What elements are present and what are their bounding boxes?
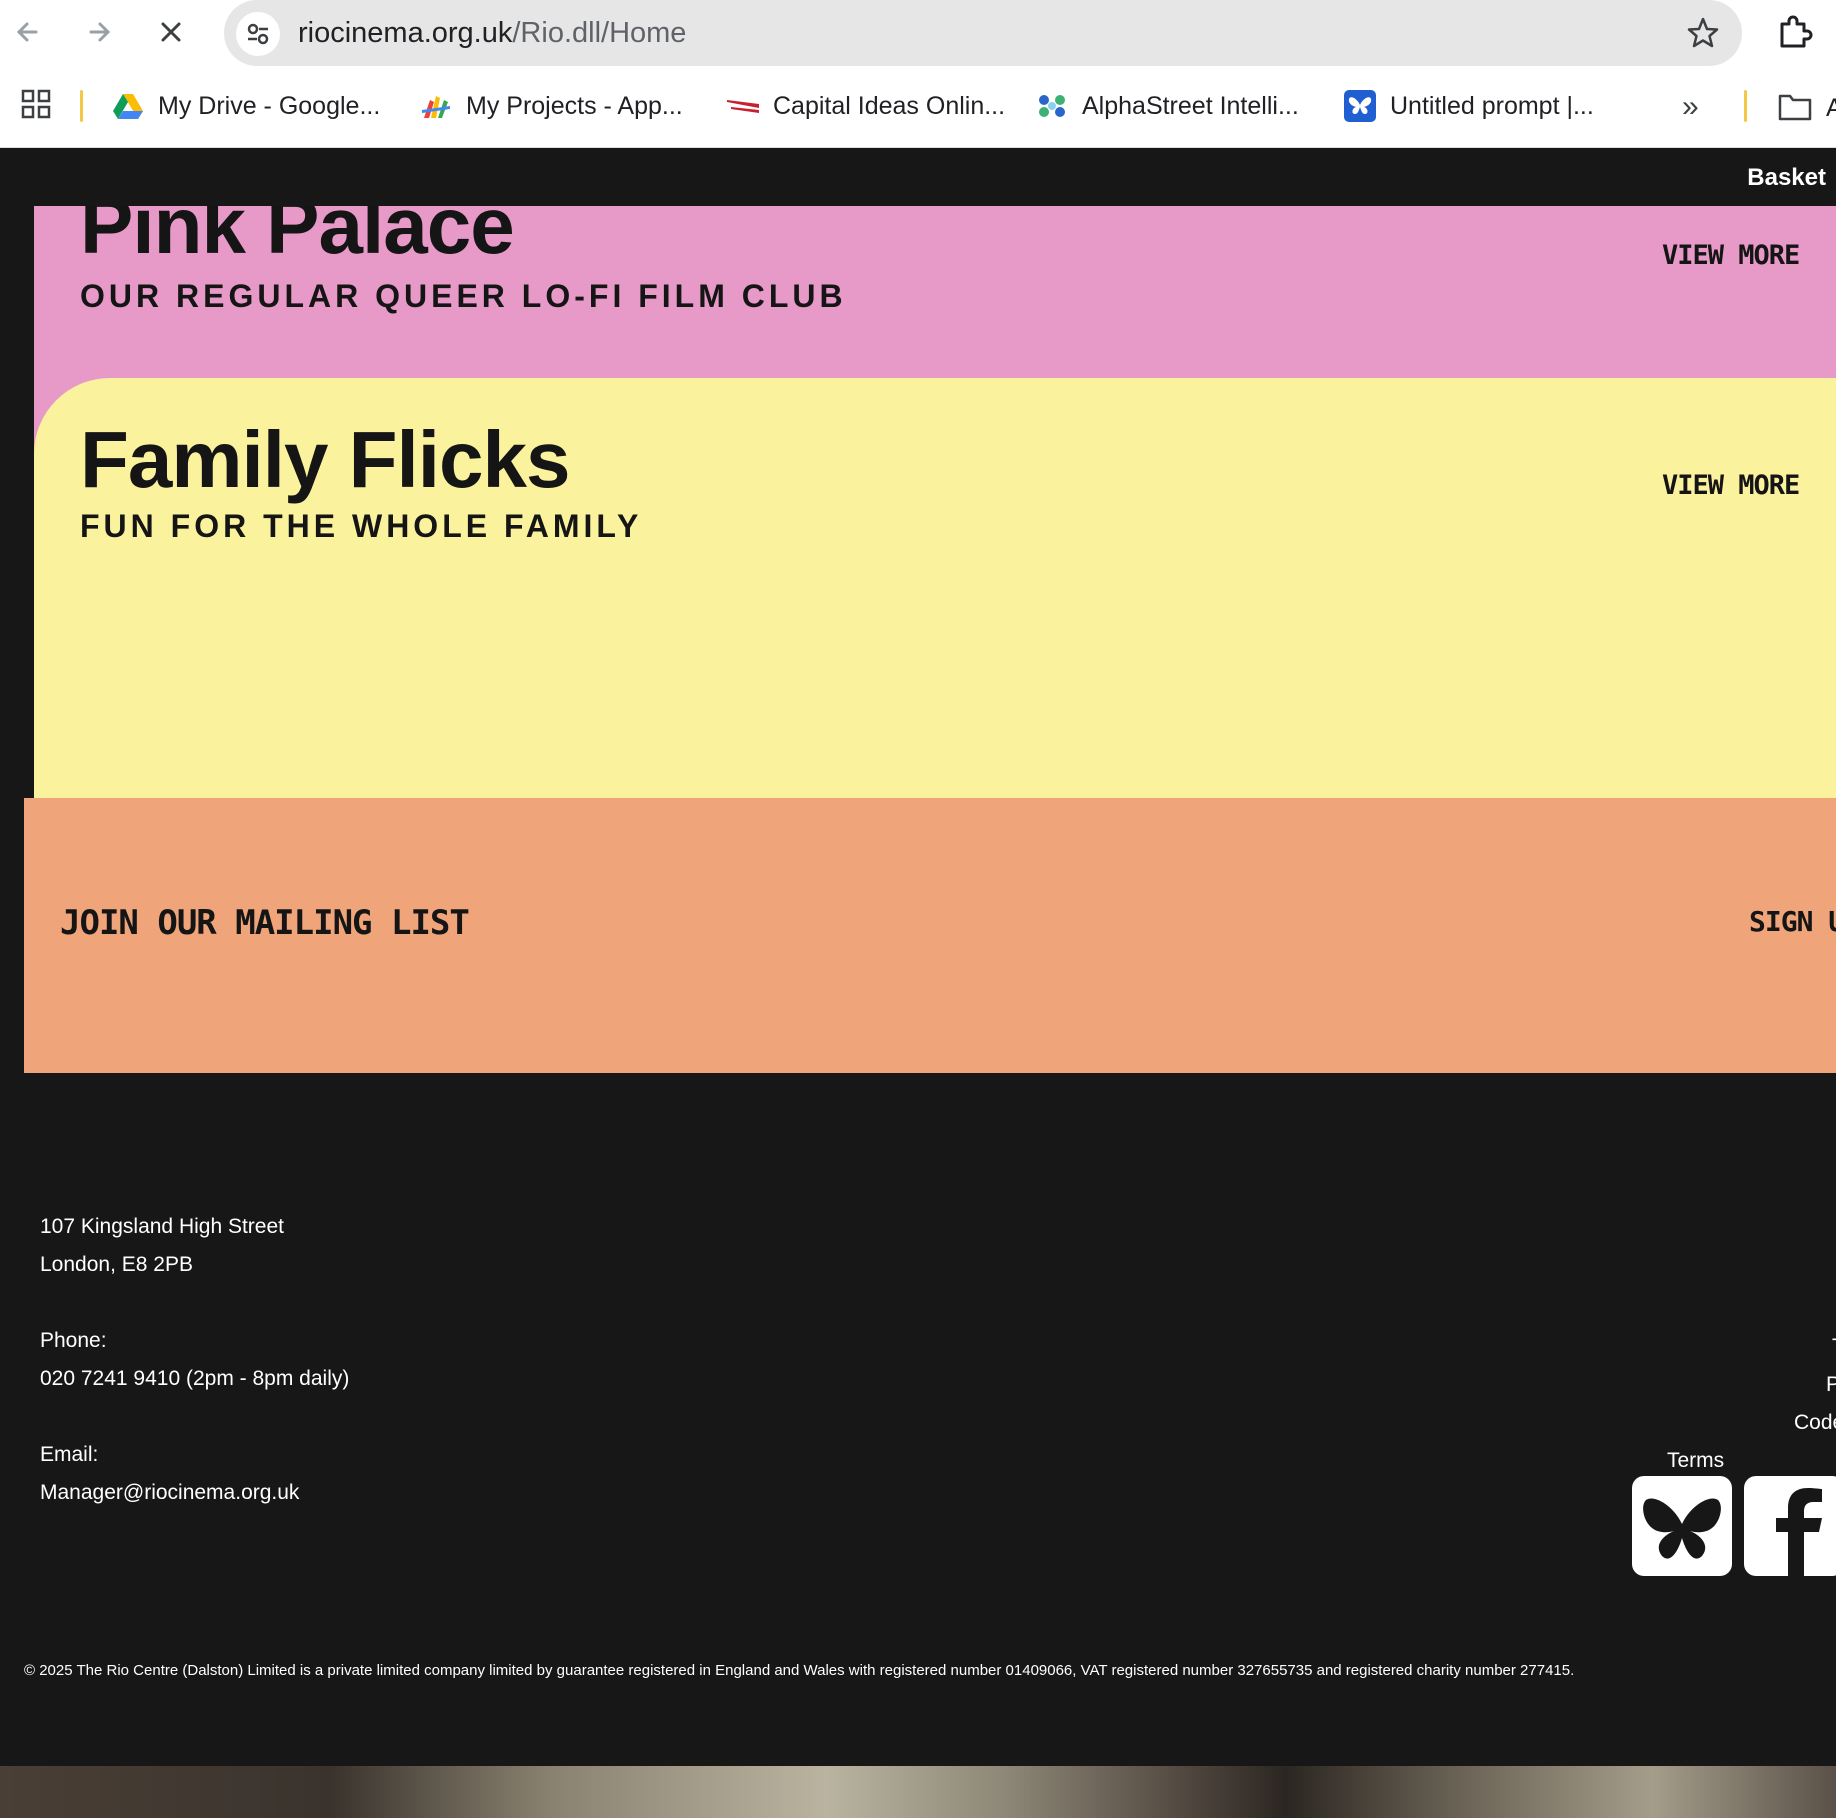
bookmarks-separator	[80, 90, 83, 122]
star-icon	[1687, 17, 1719, 48]
background-photo	[0, 1766, 1836, 1818]
google-drive-icon	[113, 94, 143, 119]
url-text[interactable]: riocinema.org.uk/Rio.dll/Home	[298, 16, 686, 50]
bookmark-alphastreet[interactable]: AlphaStreet Intelli...	[1036, 84, 1299, 128]
bookmark-label: Untitled prompt |...	[1390, 91, 1594, 120]
basket-link[interactable]: Basket	[1747, 164, 1826, 192]
address-bar[interactable]: riocinema.org.uk/Rio.dll/Home	[224, 0, 1742, 66]
appsheet-icon	[422, 96, 450, 118]
close-icon	[161, 22, 181, 42]
bookmark-untitled-prompt[interactable]: Untitled prompt |...	[1344, 84, 1594, 128]
card-title[interactable]: Pink Palace	[80, 206, 515, 272]
bookmarks-bar: My Drive - Google... My Projects - App..…	[0, 66, 1836, 148]
more-bookmarks-chevron-icon[interactable]: »	[1682, 90, 1699, 124]
bookmark-capital-ideas[interactable]: Capital Ideas Onlin...	[727, 84, 1005, 128]
footer-link[interactable]: Terms	[1667, 1442, 1836, 1480]
bluesky-link[interactable]	[1632, 1476, 1732, 1576]
extensions-button[interactable]	[1774, 12, 1814, 52]
bookmark-folder[interactable]: A	[1778, 92, 1836, 127]
phone-number[interactable]: 020 7241 9410 (2pm - 8pm daily)	[40, 1360, 349, 1398]
bookmarks-separator	[1744, 90, 1747, 122]
bookmark-my-drive[interactable]: My Drive - Google...	[112, 84, 380, 128]
address-line: London, E8 2PB	[40, 1253, 193, 1276]
stop-loading-button[interactable]	[149, 10, 193, 54]
butterfly-icon	[1344, 90, 1376, 122]
footer-contact: 107 Kingsland High Street London, E8 2PB…	[40, 1208, 349, 1512]
card-title[interactable]: Family Flicks	[80, 414, 570, 506]
view-more-link[interactable]: VIEW MORE	[1662, 470, 1836, 501]
tune-icon	[247, 23, 269, 45]
mailing-list-banner[interactable]: JOIN OUR MAILING LIST SIGN U	[24, 798, 1836, 1073]
copyright-text: © 2025 The Rio Centre (Dalston) Limited …	[24, 1662, 1575, 1679]
browser-toolbar: riocinema.org.uk/Rio.dll/Home	[0, 0, 1836, 66]
arrow-left-icon	[16, 22, 38, 42]
footer-link[interactable]: P	[1826, 1366, 1836, 1404]
svg-text:A: A	[1826, 94, 1836, 122]
card-family-flicks[interactable]: Family Flicks FUN FOR THE WHOLE FAMILY V…	[34, 378, 1836, 798]
capital-ideas-icon	[727, 100, 759, 113]
bookmark-label: Capital Ideas Onlin...	[773, 91, 1006, 120]
facebook-link[interactable]	[1744, 1476, 1836, 1576]
bookmark-label: My Drive - Google...	[158, 91, 381, 120]
bookmark-label: AlphaStreet Intelli...	[1082, 91, 1299, 120]
email-label: Email:	[40, 1443, 99, 1466]
footer-link[interactable]: Code	[1794, 1404, 1836, 1442]
butterfly-icon	[1643, 1498, 1721, 1559]
bookmark-star-button[interactable]	[1684, 14, 1722, 52]
bookmark-label: My Projects - App...	[466, 91, 683, 120]
site-info-button[interactable]	[236, 12, 280, 56]
arrow-right-icon	[89, 22, 111, 42]
footer-link[interactable]: T	[1832, 1328, 1836, 1366]
footer-links: T P Code Terms	[1667, 1328, 1836, 1480]
puzzle-icon	[1780, 15, 1813, 48]
card-subtitle: FUN FOR THE WHOLE FAMILY	[80, 508, 643, 544]
page-content: Basket Pink Palace OUR REGULAR QUEER LO-…	[0, 148, 1836, 1818]
sign-up-link[interactable]: SIGN U	[1749, 905, 1836, 938]
url-host: riocinema.org.uk	[298, 17, 513, 49]
view-more-link[interactable]: VIEW MORE	[1662, 240, 1836, 271]
apps-grid-icon[interactable]	[20, 88, 52, 125]
address-line: 107 Kingsland High Street	[40, 1215, 284, 1238]
bookmark-my-projects[interactable]: My Projects - App...	[420, 84, 683, 128]
phone-label: Phone:	[40, 1329, 107, 1352]
facebook-icon	[1776, 1488, 1822, 1576]
back-button[interactable]	[6, 10, 50, 54]
mailing-list-heading: JOIN OUR MAILING LIST	[60, 903, 470, 943]
url-path: /Rio.dll/Home	[512, 17, 687, 49]
forward-button[interactable]	[77, 10, 121, 54]
alphastreet-icon	[1039, 95, 1065, 117]
folder-icon: A	[1778, 94, 1836, 122]
email-link[interactable]: Manager@riocinema.org.uk	[40, 1474, 349, 1512]
card-subtitle: OUR REGULAR QUEER LO-FI FILM CLUB	[80, 278, 847, 314]
